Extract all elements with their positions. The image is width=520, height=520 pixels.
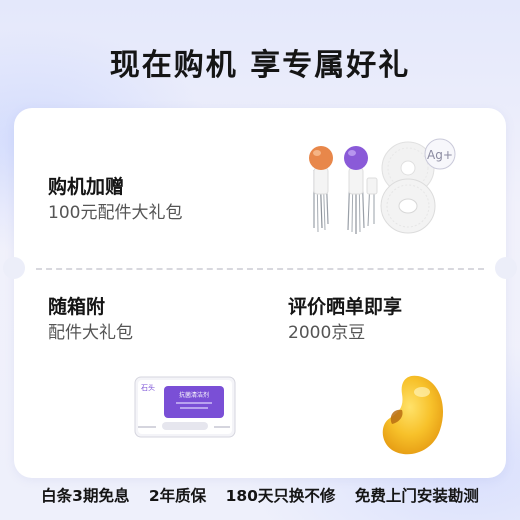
antibacterial-badge-text: Ag+ (427, 148, 453, 162)
mop-pad-front (380, 178, 436, 234)
in-box-title: 随箱附 (48, 296, 106, 318)
gift-purchase-subtitle: 100元配件大礼包 (48, 203, 183, 223)
gift-purchase-title: 购机加赠 (48, 176, 125, 198)
page-headline: 现在购机 享专属好礼 (109, 48, 411, 83)
side-brush-accessories-image (309, 146, 378, 234)
review-reward-title: 评价晒单即享 (288, 296, 403, 318)
side-brush-orange (309, 146, 333, 233)
side-brush-small (366, 177, 378, 227)
benefit-installment: 白条3期免息 (41, 487, 130, 505)
box-brand-text: 石头 (141, 383, 155, 392)
mop-pads-image: Ag+ (380, 138, 456, 234)
benefit-replacement: 180天只换不修 (225, 487, 336, 505)
cleaning-solution-box-image: 石头 抗菌清洁剂 (134, 376, 236, 438)
benefit-installation: 免费上门安装勘测 (354, 487, 479, 505)
service-benefits-bar: 白条3期免息 2年质保 180天只换不修 免费上门安装勘测 (0, 484, 520, 506)
box-label-text: 抗菌清洁剂 (179, 391, 209, 399)
card-notch-left (3, 257, 25, 279)
box-handle-cutout (162, 422, 208, 430)
jd-bean-icon (382, 375, 444, 455)
side-brush-purple (344, 146, 368, 234)
card-notch-right (495, 257, 517, 279)
review-reward-subtitle: 2000京豆 (288, 323, 366, 343)
benefit-warranty: 2年质保 (148, 487, 207, 505)
in-box-subtitle: 配件大礼包 (48, 323, 133, 343)
dashed-divider (36, 268, 484, 270)
